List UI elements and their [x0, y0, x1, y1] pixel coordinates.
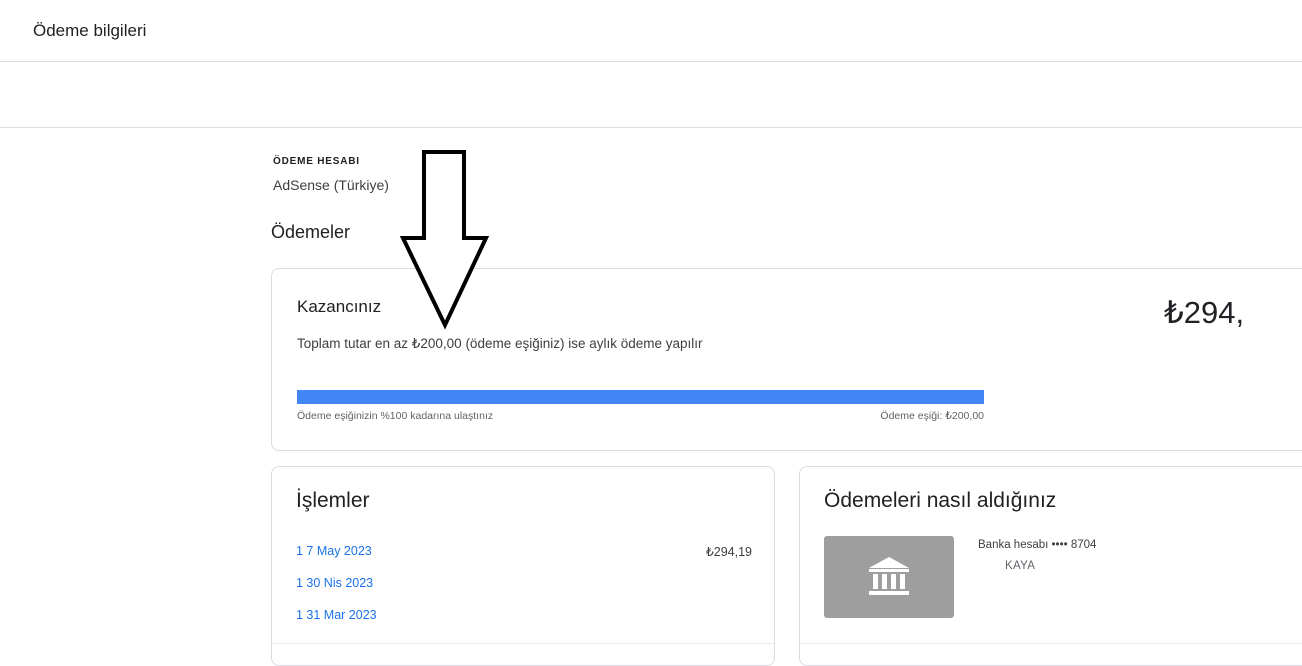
bank-account-tile[interactable]: [824, 536, 954, 618]
transactions-card: İşlemler 1 7 May 2023 ₺294,19 1 30 Nis 2…: [271, 466, 775, 666]
transaction-date-link[interactable]: 1 30 Nis 2023: [296, 576, 373, 590]
bank-icon: [869, 557, 909, 595]
divider: [800, 643, 1302, 644]
sub-header-bar: [0, 62, 1302, 128]
earnings-amount: ₺294,: [1164, 295, 1245, 330]
divider: [272, 643, 774, 644]
payment-account-label: ÖDEME HESABI: [273, 156, 360, 167]
page-header: Ödeme bilgileri: [0, 0, 1302, 62]
bank-account-number: Banka hesabı •••• 8704: [978, 539, 1097, 551]
account-holder-name: KAYA: [1005, 560, 1036, 572]
transactions-title: İşlemler: [296, 489, 370, 512]
transaction-amount: ₺294,19: [705, 545, 752, 559]
transaction-row: 1 30 Nis 2023: [296, 576, 752, 596]
transaction-row: 1 31 Mar 2023: [296, 608, 752, 628]
payments-section-title: Ödemeler: [271, 222, 351, 242]
progress-status-text: Ödeme eşiğinizin %100 kadarına ulaştınız: [297, 410, 494, 422]
down-arrow-icon: [400, 150, 490, 330]
page-title: Ödeme bilgileri: [33, 21, 147, 40]
payment-method-card: Ödemeleri nasıl aldığınız Banka hesabı •…: [799, 466, 1302, 666]
transaction-date-link[interactable]: 1 7 May 2023: [296, 544, 372, 558]
transaction-row: 1 7 May 2023 ₺294,19: [296, 544, 752, 564]
transaction-date-link[interactable]: 1 31 Mar 2023: [296, 608, 377, 622]
payment-method-title: Ödemeleri nasıl aldığınız: [824, 489, 1057, 512]
earnings-description: Toplam tutar en az ₺200,00 (ödeme eşiğin…: [297, 336, 703, 351]
payment-account-name: AdSense (Türkiye): [273, 177, 389, 193]
threshold-progress-fill: [297, 390, 984, 404]
threshold-progress-bar: [297, 390, 984, 404]
earnings-title: Kazancınız: [297, 297, 382, 316]
threshold-value-text: Ödeme eşiği: ₺200,00: [880, 410, 984, 422]
